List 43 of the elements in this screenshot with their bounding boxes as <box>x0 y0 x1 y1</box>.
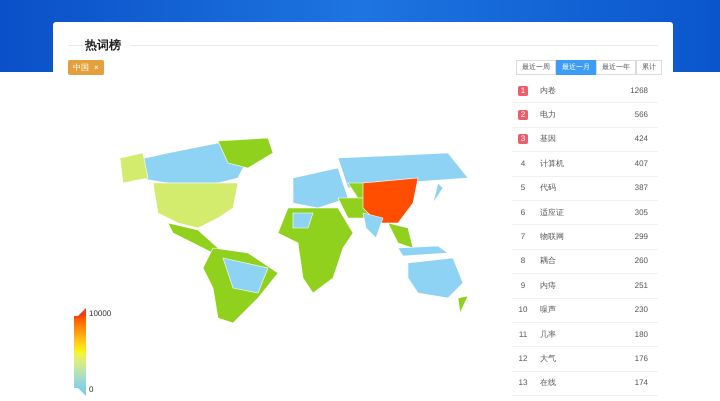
term-label: 计算机 <box>540 158 565 170</box>
count-label: 407 <box>634 158 648 170</box>
rank-label: 3 <box>518 134 528 144</box>
term-label: 物联网 <box>540 231 565 244</box>
count-label: 176 <box>634 352 648 365</box>
rank-label: 4 <box>520 158 526 169</box>
count-label: 424 <box>634 133 648 146</box>
legend-min-label: 0 <box>89 384 94 396</box>
term-label: 电力 <box>540 109 557 122</box>
count-label: 387 <box>634 182 648 194</box>
rank-label: 8 <box>520 256 526 266</box>
rank-label: 6 <box>520 208 526 218</box>
count-label: 260 <box>634 255 648 268</box>
term-label: 代码 <box>540 182 557 194</box>
count-label: 305 <box>634 206 648 219</box>
rank-label: 7 <box>520 232 526 242</box>
count-label: 566 <box>634 109 648 122</box>
rank-label: 12 <box>518 354 528 364</box>
rank-label: 1 <box>518 86 528 96</box>
count-label: 251 <box>634 280 648 292</box>
term-label: 基因 <box>540 133 557 146</box>
rank-label: 13 <box>518 378 528 388</box>
legend-max-label: 10000 <box>89 308 112 320</box>
rank-label: 11 <box>518 330 528 340</box>
term-label: 大气 <box>540 352 557 365</box>
term-label: 几率 <box>540 328 557 341</box>
rank-label: 5 <box>520 183 526 194</box>
term-label: 耦合 <box>540 255 557 268</box>
count-label: 174 <box>634 377 648 390</box>
rank-label: 10 <box>518 305 528 316</box>
term-label: 在线 <box>540 377 557 390</box>
term-label: 内痔 <box>540 280 557 292</box>
count-label: 299 <box>634 231 648 244</box>
legend-gradient-bar <box>74 316 86 388</box>
term-label: 噪声 <box>540 304 557 316</box>
count-label: 1268 <box>630 84 648 97</box>
term-label: 适应证 <box>540 206 565 219</box>
rank-label: 9 <box>520 280 526 291</box>
count-label: 230 <box>634 304 648 316</box>
term-label: 内卷 <box>540 84 557 97</box>
panel-title: 热词榜 <box>84 37 122 54</box>
count-label: 180 <box>634 328 648 341</box>
rank-label: 2 <box>518 110 528 120</box>
